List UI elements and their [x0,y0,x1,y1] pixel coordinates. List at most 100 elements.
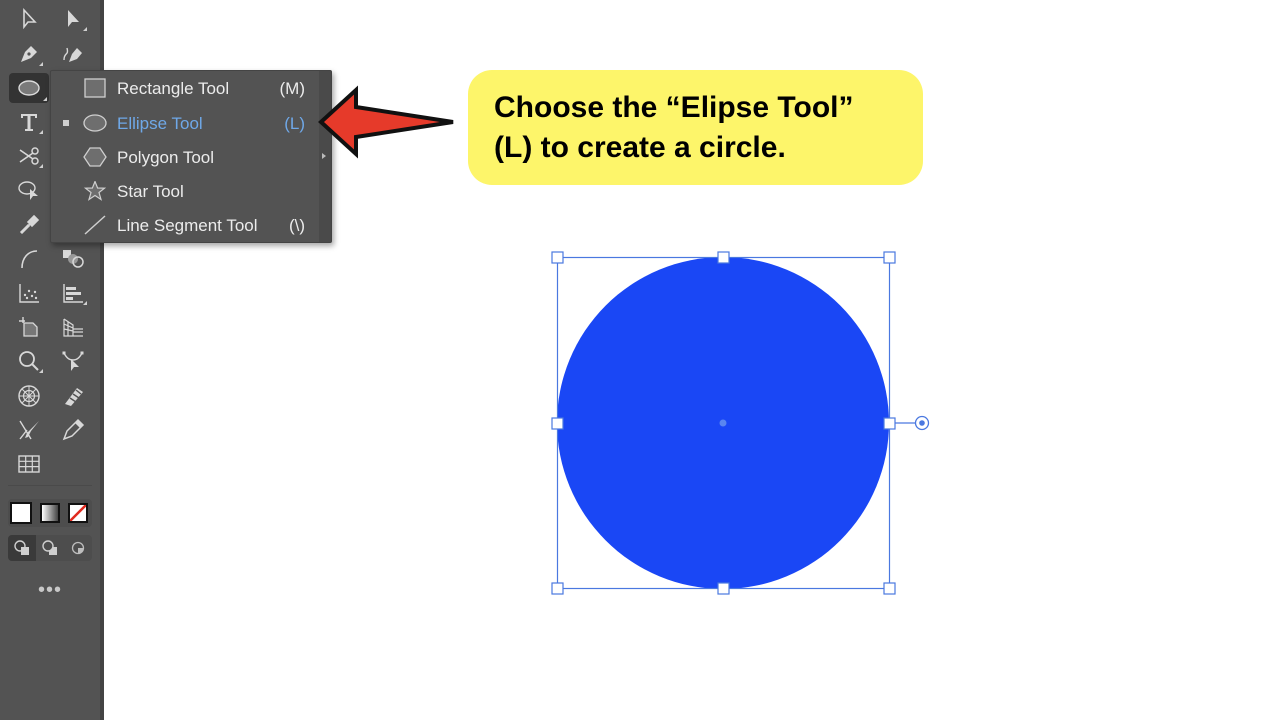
draw-behind-button[interactable] [36,535,64,561]
shape-builder-icon [63,250,84,268]
resize-handle-bottom[interactable] [717,582,730,595]
flyout-item-star-tool[interactable]: Star Tool [51,174,317,208]
pencil-tool-button[interactable] [57,416,89,444]
color-swatch-button[interactable] [10,502,32,524]
pie-widget-dot-icon [919,420,925,426]
submenu-corner-icon [39,130,43,134]
submenu-corner-icon [39,164,43,168]
type-tool-button[interactable] [13,108,45,136]
artboard-tool-button[interactable] [13,313,45,341]
flyout-item-shortcut: (M) [279,79,305,98]
ellipse-tool-button[interactable] [9,73,49,103]
resize-handle-top[interactable] [717,251,730,264]
polar-grid-icon [18,385,40,407]
resize-handle-top-left[interactable] [551,251,564,264]
curvature-pen-icon [63,47,82,62]
resize-handle-left[interactable] [551,417,564,430]
draw-behind-icon [42,540,57,555]
submenu-corner-icon [43,97,47,101]
none-swatch-button[interactable] [68,503,88,523]
callout-line-2: (L) to create a circle. [494,131,786,164]
ellipse-icon [83,114,107,132]
flyout-item-label: Star Tool [117,182,184,201]
resize-handle-bottom-left[interactable] [551,582,564,595]
paintbrush-tool-button[interactable] [13,416,45,444]
pencil-icon [62,418,85,441]
blue-circle-shape[interactable] [557,257,889,589]
toolbar-divider [8,485,92,486]
selection-arrow-icon [23,7,37,30]
submenu-corner-icon [83,301,87,305]
submenu-corner-icon [83,27,87,31]
puppet-warp-icon [62,351,84,371]
pointer-arrow-icon [318,85,454,159]
star-icon [83,181,107,201]
eyedropper-tool-button[interactable] [13,211,45,239]
lasso-icon [18,181,38,200]
flyout-item-shortcut: (L) [284,114,305,133]
direct-selection-arrow-icon [68,10,79,27]
callout-line-1: Choose the “Elipse Tool” [494,91,854,124]
symbol-sprayer-icon [19,284,39,303]
artboard-icon [19,317,38,337]
pen-tool-button[interactable] [13,40,45,68]
pen-icon [21,46,37,62]
flyout-item-label: Line Segment Tool [117,216,258,235]
perspective-grid-icon [63,318,83,337]
draw-mode-controls [8,535,92,561]
resize-handle-right[interactable] [883,417,896,430]
puppet-warp-tool-button[interactable] [57,347,89,375]
arc-icon [21,250,38,269]
current-tool-bullet-icon [63,120,69,126]
draw-inside-icon [71,541,85,555]
ellipse-icon [18,80,40,96]
arc-tool-button[interactable] [13,245,45,273]
instruction-callout: Choose the “Elipse Tool” (L) to create a… [468,70,923,185]
flyout-item-label: Rectangle Tool [117,79,230,98]
resize-handle-top-right[interactable] [883,251,896,264]
magnifier-icon [19,351,39,371]
submenu-corner-icon [39,369,43,373]
submenu-corner-icon [39,62,43,66]
bar-graph-icon [63,284,83,303]
shape-tools-flyout: Rectangle Tool (M) Ellipse Tool (L) Poly… [50,70,332,243]
shape-builder-tool-button[interactable] [57,245,89,273]
scissors-icon [19,147,39,165]
blob-brush-tool-button[interactable] [57,382,89,410]
flyout-item-rectangle-tool[interactable]: Rectangle Tool (M) [51,71,317,105]
lasso-tool-button[interactable] [13,176,45,204]
rectangular-grid-tool-button[interactable] [13,450,45,478]
paintbrush-icon [19,420,39,440]
flyout-item-label: Polygon Tool [117,148,215,167]
eyedropper-icon [19,214,40,235]
pie-widget[interactable] [914,415,930,431]
polar-grid-tool-button[interactable] [13,382,45,410]
fill-stroke-controls [8,499,92,527]
polygon-icon [83,147,107,167]
draw-inside-button[interactable] [64,535,92,561]
rectangular-grid-icon [18,455,40,473]
flyout-item-label: Ellipse Tool [117,114,203,133]
selection-tool-button[interactable] [13,5,45,33]
flyout-item-ellipse-tool[interactable]: Ellipse Tool (L) [51,106,317,140]
perspective-grid-tool-button[interactable] [57,313,89,341]
flyout-item-line-segment-tool[interactable]: Line Segment Tool (\) [51,208,317,242]
symbol-sprayer-tool-button[interactable] [13,279,45,307]
draw-normal-icon [14,540,29,555]
flyout-item-polygon-tool[interactable]: Polygon Tool [51,140,317,174]
blob-brush-icon [65,388,83,406]
zoom-tool-button[interactable] [13,347,45,375]
edit-toolbar-button[interactable]: ••• [38,580,62,600]
draw-normal-button[interactable] [8,535,36,561]
resize-handle-bottom-right[interactable] [883,582,896,595]
type-t-icon [21,114,37,131]
none-slash-icon [70,505,86,521]
gradient-swatch-button[interactable] [40,503,60,523]
scissors-tool-button[interactable] [13,142,45,170]
flyout-item-shortcut: (\) [288,216,305,235]
rectangle-icon [84,78,106,98]
line-segment-icon [84,215,106,235]
curvature-tool-button[interactable] [57,40,89,68]
direct-selection-tool-button[interactable] [57,5,89,33]
bar-graph-tool-button[interactable] [57,279,89,307]
